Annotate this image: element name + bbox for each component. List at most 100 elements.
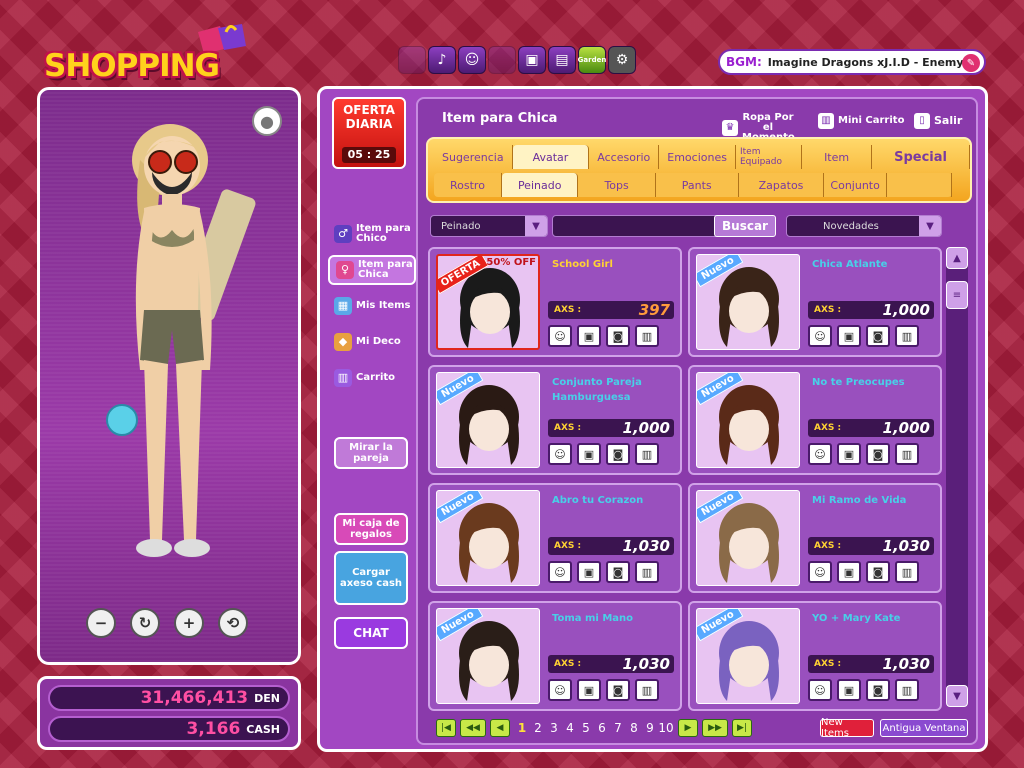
side-item-mis-items[interactable]: ▦ Mis Items bbox=[328, 291, 416, 321]
new-items-button[interactable]: New Items bbox=[820, 717, 874, 739]
mini-cart-button[interactable]: ▥ Mini Carrito bbox=[818, 113, 904, 129]
item-thumbnail[interactable]: Nuevo bbox=[696, 490, 800, 586]
item-card[interactable]: Nuevo Abro tu Corazon AXS : 1,030 ☺ ▣ ◙ … bbox=[428, 483, 682, 593]
add-to-cart-icon[interactable]: ▥ bbox=[635, 443, 659, 465]
try-on-icon[interactable]: ☺ bbox=[548, 679, 572, 701]
radio-icon[interactable]: ▤ bbox=[548, 46, 576, 74]
gift-icon[interactable]: ▣ bbox=[837, 443, 861, 465]
gift-box-button[interactable]: Mi caja de regalos bbox=[334, 513, 408, 545]
add-to-cart-icon[interactable]: ▥ bbox=[895, 561, 919, 583]
item-thumbnail[interactable]: Nuevo bbox=[436, 372, 540, 468]
item-card[interactable]: Nuevo Chica Atlante AXS : 1,000 ☺ ▣ ◙ ▥ bbox=[688, 247, 942, 357]
page-number[interactable]: 5 bbox=[578, 721, 594, 735]
item-thumbnail[interactable]: Nuevo bbox=[696, 608, 800, 704]
try-on-icon[interactable]: ☺ bbox=[808, 679, 832, 701]
page-number[interactable]: 2 bbox=[530, 721, 546, 735]
item-thumbnail[interactable]: Nuevo bbox=[696, 372, 800, 468]
scroll-thumb[interactable]: ≡ bbox=[946, 281, 968, 309]
page-number[interactable]: 7 bbox=[610, 721, 626, 735]
daily-offer-button[interactable]: OFERTA DIARIA 05 : 25 bbox=[332, 97, 406, 169]
sort-dropdown[interactable]: Novedades ▼ bbox=[786, 215, 942, 237]
gift-icon[interactable]: ▣ bbox=[577, 443, 601, 465]
side-item-carrito[interactable]: ▥ Carrito bbox=[328, 363, 416, 393]
tab-tops[interactable]: Tops bbox=[578, 173, 656, 197]
wishlist-icon[interactable]: ◙ bbox=[606, 561, 630, 583]
page-number[interactable]: 6 bbox=[594, 721, 610, 735]
zoom-in-icon[interactable]: + bbox=[174, 608, 204, 638]
category-dropdown[interactable]: Peinado ▼ bbox=[430, 215, 548, 237]
prev-block-icon[interactable]: ◀◀ bbox=[460, 719, 486, 737]
add-to-cart-icon[interactable]: ▥ bbox=[895, 679, 919, 701]
tab-item-equipado[interactable]: Item Equipado bbox=[736, 145, 803, 169]
tab-special[interactable]: Special bbox=[872, 145, 970, 169]
side-item-chica[interactable]: ♀ Item para Chica bbox=[328, 255, 416, 285]
search-button[interactable]: Buscar bbox=[714, 215, 776, 237]
item-thumbnail[interactable]: Nuevo bbox=[436, 490, 540, 586]
tv-icon[interactable]: ▣ bbox=[518, 46, 546, 74]
page-number[interactable]: 3 bbox=[546, 721, 562, 735]
gift-icon[interactable]: ▣ bbox=[577, 325, 601, 347]
item-card[interactable]: Nuevo No te Preocupes AXS : 1,000 ☺ ▣ ◙ … bbox=[688, 365, 942, 475]
first-page-icon[interactable]: |◀ bbox=[436, 719, 456, 737]
add-to-cart-icon[interactable]: ▥ bbox=[635, 679, 659, 701]
tab-emociones[interactable]: Emociones bbox=[659, 145, 736, 169]
search-input[interactable] bbox=[552, 215, 720, 237]
exit-button[interactable]: ▯ Salir bbox=[914, 113, 962, 129]
item-card[interactable]: OFERTA 50% OFF School Girl AXS : 397 ☺ ▣… bbox=[428, 247, 682, 357]
wishlist-icon[interactable]: ◙ bbox=[606, 443, 630, 465]
undress-icon[interactable]: ⟲ bbox=[218, 608, 248, 638]
scroll-down-icon[interactable]: ▼ bbox=[946, 685, 968, 707]
gift-icon[interactable]: ▣ bbox=[837, 561, 861, 583]
wishlist-icon[interactable]: ◙ bbox=[606, 679, 630, 701]
try-on-icon[interactable]: ☺ bbox=[548, 561, 572, 583]
try-on-icon[interactable]: ☺ bbox=[808, 443, 832, 465]
page-number[interactable]: 4 bbox=[562, 721, 578, 735]
music-settings-icon[interactable]: ✎ bbox=[962, 54, 980, 72]
page-number[interactable]: 1 bbox=[514, 721, 530, 735]
side-item-mi-deco[interactable]: ◆ Mi Deco bbox=[328, 327, 416, 357]
next-page-icon[interactable]: ▶ bbox=[678, 719, 698, 737]
wishlist-icon[interactable]: ◙ bbox=[866, 325, 890, 347]
side-item-chico[interactable]: ♂ Item para Chico bbox=[328, 219, 416, 249]
item-card[interactable]: Nuevo Toma mi Mano AXS : 1,030 ☺ ▣ ◙ ▥ bbox=[428, 601, 682, 711]
gift-icon[interactable]: ▣ bbox=[577, 679, 601, 701]
wishlist-icon[interactable]: ◙ bbox=[866, 443, 890, 465]
add-to-cart-icon[interactable]: ▥ bbox=[635, 561, 659, 583]
wishlist-icon[interactable]: ◙ bbox=[866, 679, 890, 701]
gift-icon[interactable]: ▣ bbox=[837, 325, 861, 347]
add-to-cart-icon[interactable]: ▥ bbox=[635, 325, 659, 347]
wishlist-icon[interactable]: ◙ bbox=[866, 561, 890, 583]
page-number[interactable]: 8 bbox=[626, 721, 642, 735]
gear-icon[interactable]: ⚙ bbox=[608, 46, 636, 74]
tab-pants[interactable]: Pants bbox=[656, 173, 739, 197]
wishlist-icon[interactable]: ◙ bbox=[606, 325, 630, 347]
mirar-pareja-button[interactable]: Mirar la pareja bbox=[334, 437, 408, 469]
try-on-icon[interactable]: ☺ bbox=[548, 443, 572, 465]
item-card[interactable]: Nuevo Conjunto Pareja Hamburguesa AXS : … bbox=[428, 365, 682, 475]
gift-icon[interactable]: ▣ bbox=[837, 679, 861, 701]
try-on-icon[interactable]: ☺ bbox=[808, 325, 832, 347]
item-card[interactable]: Nuevo YO + Mary Kate AXS : 1,030 ☺ ▣ ◙ ▥ bbox=[688, 601, 942, 711]
recharge-cash-button[interactable]: Cargar axeso cash bbox=[334, 551, 408, 605]
add-to-cart-icon[interactable]: ▥ bbox=[895, 443, 919, 465]
face-icon[interactable]: ☺ bbox=[458, 46, 486, 74]
scroll-up-icon[interactable]: ▲ bbox=[946, 247, 968, 269]
page-number[interactable]: 10 bbox=[658, 721, 674, 735]
tab-conjunto[interactable]: Conjunto bbox=[824, 173, 887, 197]
page-number[interactable]: 9 bbox=[642, 721, 658, 735]
tab-peinado[interactable]: Peinado bbox=[501, 173, 579, 197]
item-thumbnail[interactable]: Nuevo bbox=[436, 608, 540, 704]
tab-sugerencia[interactable]: Sugerencia bbox=[434, 145, 513, 169]
item-thumbnail[interactable]: Nuevo bbox=[696, 254, 800, 350]
tab-rostro[interactable]: Rostro bbox=[434, 173, 502, 197]
next-block-icon[interactable]: ▶▶ bbox=[702, 719, 728, 737]
tab-item[interactable]: Item bbox=[802, 145, 873, 169]
item-card[interactable]: Nuevo Mi Ramo de Vida AXS : 1,030 ☺ ▣ ◙ … bbox=[688, 483, 942, 593]
tab-zapatos[interactable]: Zapatos bbox=[739, 173, 825, 197]
antigua-ventana-button[interactable]: Antigua Ventana bbox=[880, 719, 968, 737]
bgm-bar[interactable]: BGM: Imagine Dragons xJ.I.D - Enemy ✎ bbox=[718, 49, 986, 75]
try-on-icon[interactable]: ☺ bbox=[808, 561, 832, 583]
try-on-icon[interactable]: ☺ bbox=[548, 325, 572, 347]
instrument-icon[interactable]: ♪ bbox=[428, 46, 456, 74]
tab-accesorio[interactable]: Accesorio bbox=[589, 145, 660, 169]
